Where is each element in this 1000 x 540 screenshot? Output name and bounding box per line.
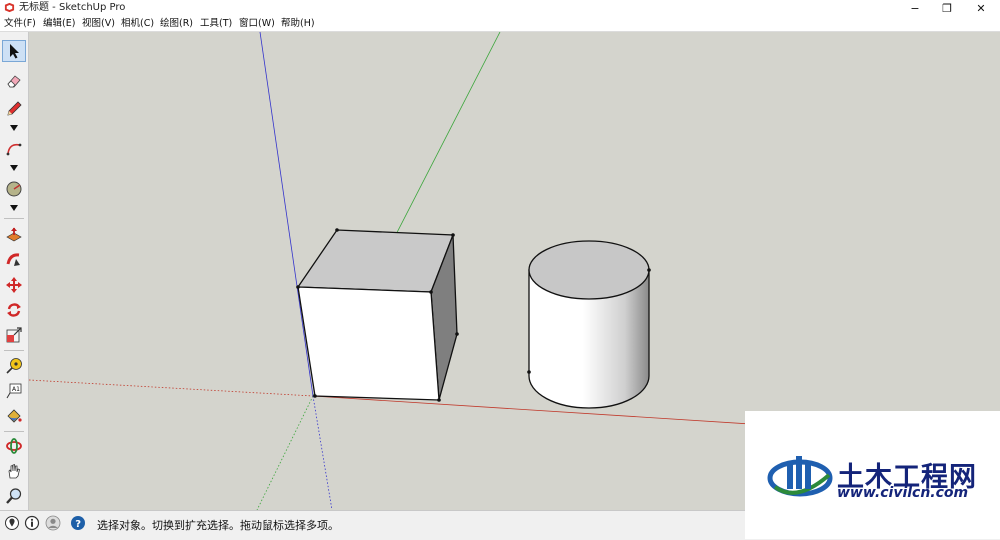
toolbar-divider [4,431,24,432]
sketchup-logo-icon [4,2,15,13]
paint-bucket-tool-button[interactable] [2,405,26,427]
pencil-dropdown[interactable] [2,123,26,133]
credits-icon[interactable] [24,515,40,531]
watermark-logo: 土木工程网 www.civilcn.com [745,411,1000,539]
chevron-down-icon [10,125,18,131]
text-tool-button[interactable]: A1 [2,380,26,402]
menu-edit[interactable]: 编辑(E) [43,17,75,30]
hand-icon [8,463,20,479]
orbit-tool-button[interactable] [2,435,26,457]
pan-tool-button[interactable] [2,460,26,482]
rotate-tool-button[interactable] [2,299,26,321]
restore-icon: ❐ [942,1,952,15]
menu-window[interactable]: 窗口(W) [239,17,275,30]
green-axis-negative [256,395,314,510]
follow-me-icon [6,253,20,266]
text-label-icon: A1 [6,383,22,399]
menu-view[interactable]: 视图(V) [82,17,115,30]
menu-file[interactable]: 文件(F) [4,17,36,30]
menu-bar: 文件(F) 编辑(E) 视图(V) 相机(C) 绘图(R) 工具(T) 窗口(W… [0,16,1000,32]
red-axis-negative [29,379,314,397]
watermark-url: www.civilcn.com [837,485,969,501]
toolbar-divider [4,218,24,219]
geo-location-icon[interactable] [4,515,20,531]
select-tool-button[interactable] [2,40,26,62]
menu-camera[interactable]: 相机(C) [121,17,154,30]
civilcn-logo-icon [767,456,833,497]
magnifier-icon [6,488,22,504]
push-pull-icon [6,227,22,242]
blue-axis-negative [312,395,333,510]
toolbar-divider [4,350,24,351]
minimize-button[interactable]: − [899,0,931,16]
eraser-tool-button[interactable] [2,70,26,92]
close-button[interactable]: ✕ [965,0,997,16]
user-icon[interactable] [45,515,61,531]
orbit-icon [6,438,22,454]
chevron-down-icon [10,165,18,171]
rotate-icon [7,303,21,317]
close-icon: ✕ [976,1,986,15]
chevron-down-icon [10,205,18,211]
tape-measure-tool-button[interactable] [2,355,26,377]
arrow-cursor-icon [10,44,19,59]
push-pull-tool-button[interactable] [2,224,26,246]
cube-solid[interactable] [296,228,459,402]
menu-tools[interactable]: 工具(T) [200,17,232,30]
shape-tool-button[interactable] [2,178,26,200]
status-message: 选择对象。切换到扩充选择。拖动鼠标选择多项。 [97,519,339,532]
svg-text:?: ? [75,519,81,530]
menu-help[interactable]: 帮助(H) [281,17,315,30]
tool-palette: A1 [0,32,29,510]
scale-icon [6,327,22,343]
zoom-tool-button[interactable] [2,485,26,507]
paint-bucket-icon [7,409,22,423]
move-arrows-icon [6,277,22,293]
arc-dropdown[interactable] [2,163,26,173]
minimize-icon: − [910,1,920,15]
arc-icon [6,143,22,156]
restore-button[interactable]: ❐ [931,0,963,16]
help-icon[interactable]: ? [70,515,86,531]
follow-me-tool-button[interactable] [2,249,26,271]
svg-text:A1: A1 [12,386,20,393]
tape-measure-icon [6,358,22,374]
window-title: 无标题 - SketchUp Pro [19,2,126,13]
menu-draw[interactable]: 绘图(R) [160,17,193,30]
eraser-icon [7,75,21,88]
circle-shape-icon [6,181,22,197]
scale-tool-button[interactable] [2,324,26,346]
shape-dropdown[interactable] [2,203,26,213]
move-tool-button[interactable] [2,274,26,296]
blue-axis-positive [259,32,314,397]
pencil-tool-button[interactable] [2,98,26,120]
title-bar: 无标题 - SketchUp Pro − ❐ ✕ [0,0,1000,16]
cylinder-solid[interactable] [527,240,651,409]
arc-tool-button[interactable] [2,138,26,160]
pencil-icon [7,101,22,116]
